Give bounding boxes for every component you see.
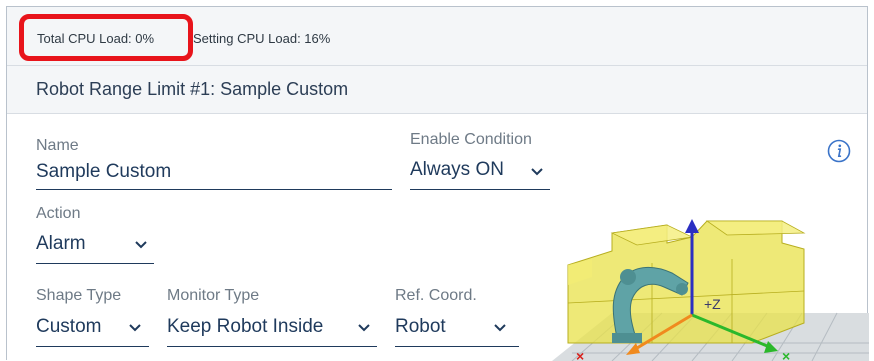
action-underline [36, 263, 154, 264]
chevron-down-icon [494, 324, 506, 332]
monitor-type-label: Monitor Type [167, 287, 260, 304]
enable-condition-label: Enable Condition [410, 131, 532, 148]
robot-range-3d-view[interactable]: +Z × × [532, 203, 869, 361]
name-underline [36, 189, 392, 190]
svg-text:×: × [576, 348, 584, 361]
panel-title: Robot Range Limit #1: Sample Custom [36, 79, 349, 99]
enable-condition-underline [410, 189, 550, 190]
name-field[interactable]: Sample Custom [36, 161, 171, 183]
action-label: Action [36, 205, 81, 222]
info-icon[interactable] [827, 139, 851, 163]
shape-type-label: Shape Type [36, 287, 122, 304]
enable-condition-value: Always ON [410, 159, 504, 180]
ref-coord-value: Robot [395, 316, 446, 337]
panel-header: Robot Range Limit #1: Sample Custom [7, 66, 867, 114]
action-value: Alarm [36, 233, 86, 254]
svg-text:×: × [782, 348, 790, 361]
setting-cpu-load: Setting CPU Load: 16% [193, 31, 331, 46]
ref-coord-label: Ref. Coord. [395, 287, 477, 304]
chevron-down-icon [135, 241, 147, 249]
name-label: Name [36, 137, 79, 154]
chevron-down-icon [531, 168, 543, 176]
highlight-annotation [19, 14, 193, 61]
chevron-down-icon [129, 324, 141, 332]
shape-type-value: Custom [36, 316, 102, 337]
ref-coord-underline [395, 346, 519, 347]
axis-label-z: +Z [704, 296, 721, 312]
chevron-down-icon [358, 324, 370, 332]
shape-type-underline [36, 346, 149, 347]
monitor-type-value: Keep Robot Inside [167, 316, 324, 337]
monitor-type-underline [167, 346, 377, 347]
main-panel: Total CPU Load: 0% Setting CPU Load: 16%… [6, 6, 869, 361]
